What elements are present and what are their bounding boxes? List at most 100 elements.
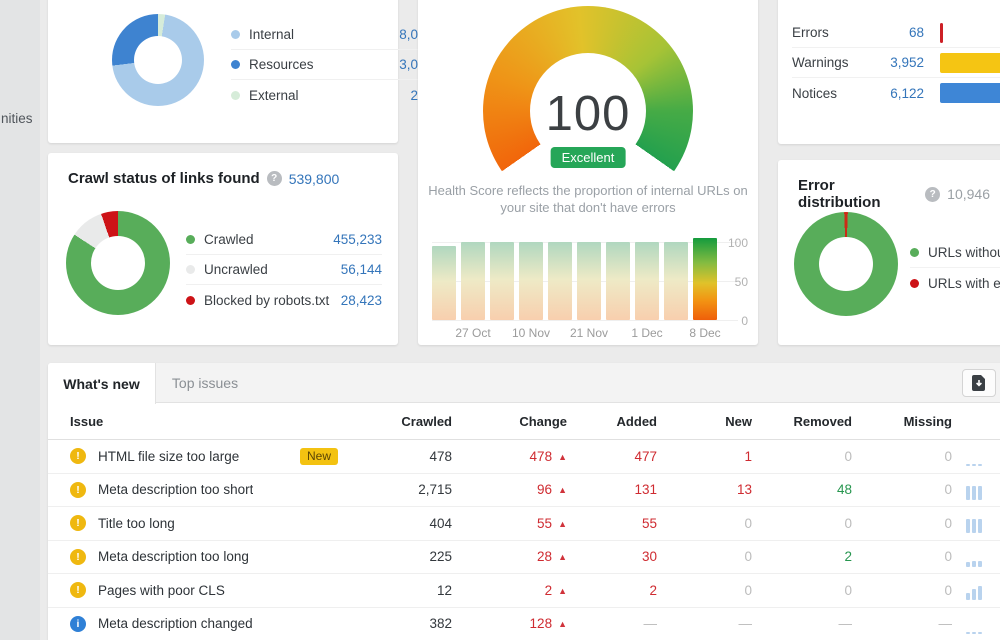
column-header-spark bbox=[952, 411, 1000, 431]
cell-crawled: 2,715 bbox=[352, 482, 452, 497]
issue-row[interactable]: i Meta description changed 382 128▲ — — … bbox=[48, 608, 1000, 640]
severity-label: Warnings bbox=[792, 55, 868, 70]
issue-row[interactable]: ! HTML file size too large New 478 478▲ … bbox=[48, 440, 1000, 474]
cell-missing: 0 bbox=[852, 549, 952, 564]
cell-crawled: 225 bbox=[352, 549, 452, 564]
history-bar[interactable] bbox=[461, 242, 485, 320]
file-download-icon bbox=[972, 375, 986, 391]
column-header-crawled: Crawled bbox=[352, 414, 452, 429]
severity-label: Errors bbox=[792, 25, 868, 40]
links-donut-chart bbox=[112, 14, 204, 106]
cell-removed: 0 bbox=[752, 516, 852, 531]
errors-bar bbox=[940, 23, 943, 43]
legend-row-uncrawled: Uncrawled 56,144 bbox=[186, 255, 382, 285]
issue-label-link[interactable]: Meta description too long bbox=[98, 549, 249, 564]
legend-row-internal: Internal 8,065 bbox=[231, 20, 433, 50]
history-bar[interactable] bbox=[519, 242, 543, 320]
blocked-dot-icon bbox=[186, 296, 195, 305]
history-bar[interactable] bbox=[432, 246, 456, 320]
row-sparkline bbox=[952, 480, 1000, 500]
issue-row[interactable]: ! Meta description too short 2,715 96▲ 1… bbox=[48, 474, 1000, 508]
cell-change: 55 bbox=[537, 516, 552, 531]
issue-row[interactable]: ! Meta description too long 225 28▲ 30 0… bbox=[48, 541, 1000, 575]
internal-dot-icon bbox=[231, 30, 240, 39]
history-bar[interactable] bbox=[606, 242, 630, 320]
legend-value-link[interactable]: 455,233 bbox=[333, 232, 382, 247]
error-distribution-legend: URLs without errors URLs with errors bbox=[910, 238, 1000, 298]
tab-whats-new[interactable]: What's new bbox=[48, 363, 156, 404]
legend-label: URLs without errors bbox=[928, 245, 1000, 260]
issue-row[interactable]: ! Title too long 404 55▲ 55 0 0 0 bbox=[48, 507, 1000, 541]
cell-new: 0 bbox=[657, 516, 752, 531]
history-bar-current[interactable] bbox=[693, 238, 717, 320]
resources-dot-icon bbox=[231, 60, 240, 69]
issue-row[interactable]: ! Pages with poor CLS 12 2▲ 2 0 0 0 bbox=[48, 574, 1000, 608]
issue-label-link[interactable]: Meta description too short bbox=[98, 482, 253, 497]
legend-value-link[interactable]: 28,423 bbox=[341, 293, 382, 308]
error-distribution-card: Error distribution ? 10,946 URLs without… bbox=[778, 160, 1000, 345]
column-header-issue: Issue bbox=[48, 414, 352, 429]
x-axis-label: 1 Dec bbox=[631, 326, 662, 340]
warnings-bar bbox=[940, 53, 1000, 73]
help-icon[interactable]: ? bbox=[925, 187, 940, 202]
x-axis-label: 21 Nov bbox=[570, 326, 608, 340]
column-header-added: Added bbox=[567, 414, 657, 429]
history-bar[interactable] bbox=[577, 242, 601, 320]
crawled-dot-icon bbox=[186, 235, 195, 244]
up-triangle-icon: ▲ bbox=[558, 452, 567, 462]
history-bar[interactable] bbox=[490, 242, 514, 320]
cell-change: 28 bbox=[537, 549, 552, 564]
legend-row-external: External 291 bbox=[231, 80, 433, 110]
cell-added: 131 bbox=[567, 482, 657, 497]
legend-label: External bbox=[249, 88, 410, 103]
history-bar[interactable] bbox=[548, 242, 572, 320]
column-header-new: New bbox=[657, 414, 752, 429]
severity-value-link[interactable]: 3,952 bbox=[868, 55, 924, 70]
legend-label: URLs with errors bbox=[928, 276, 1000, 291]
tab-top-issues[interactable]: Top issues bbox=[156, 363, 254, 403]
cell-removed: 0 bbox=[752, 583, 852, 598]
issue-label-link[interactable]: HTML file size too large bbox=[98, 449, 239, 464]
cell-new: — bbox=[657, 616, 752, 631]
crawl-total-link[interactable]: 539,800 bbox=[289, 171, 340, 187]
cell-crawled: 478 bbox=[352, 449, 452, 464]
sidebar-strip: nities bbox=[0, 0, 40, 640]
export-button[interactable] bbox=[962, 369, 996, 397]
severity-value-link[interactable]: 6,122 bbox=[868, 86, 924, 101]
history-bar[interactable] bbox=[664, 242, 688, 320]
issue-label-link[interactable]: Meta description changed bbox=[98, 616, 253, 631]
cell-crawled: 382 bbox=[352, 616, 452, 631]
cell-added: 30 bbox=[567, 549, 657, 564]
issue-label-link[interactable]: Pages with poor CLS bbox=[98, 583, 225, 598]
severity-row-notices: Notices 6,122 bbox=[792, 78, 1000, 108]
card-title: Crawl status of links found bbox=[68, 170, 260, 187]
issue-label-link[interactable]: Title too long bbox=[98, 516, 175, 531]
column-header-change: Change bbox=[452, 414, 567, 429]
links-legend: Internal 8,065 Resources 3,058 External … bbox=[231, 20, 433, 110]
new-badge: New bbox=[300, 448, 338, 465]
health-history-bars bbox=[432, 238, 724, 320]
cell-added: 477 bbox=[567, 449, 657, 464]
cell-new: 0 bbox=[657, 549, 752, 564]
cell-added: 55 bbox=[567, 516, 657, 531]
legend-label: Internal bbox=[249, 27, 399, 42]
legend-value-link[interactable]: 56,144 bbox=[341, 262, 382, 277]
column-header-missing: Missing bbox=[852, 414, 952, 429]
cell-missing: 0 bbox=[852, 482, 952, 497]
links-breakdown-card: Internal 8,065 Resources 3,058 External … bbox=[48, 0, 398, 143]
up-triangle-icon: ▲ bbox=[558, 485, 567, 495]
warning-icon: ! bbox=[70, 515, 86, 531]
warning-icon: ! bbox=[70, 549, 86, 565]
legend-label: Crawled bbox=[204, 232, 333, 247]
issues-card: What's new Top issues Issue Crawled Chan… bbox=[48, 363, 1000, 640]
cell-change: 2 bbox=[545, 583, 553, 598]
row-sparkline bbox=[952, 580, 1000, 600]
y-axis-label-0: 0 bbox=[741, 314, 748, 328]
cell-change: 128 bbox=[530, 616, 553, 631]
help-icon[interactable]: ? bbox=[267, 171, 282, 186]
severity-row-errors: Errors 68 bbox=[792, 18, 1000, 48]
sidebar-item-opportunities-partial[interactable]: nities bbox=[1, 111, 33, 126]
legend-row-blocked: Blocked by robots.txt 28,423 bbox=[186, 285, 382, 315]
severity-value-link[interactable]: 68 bbox=[868, 25, 924, 40]
history-bar[interactable] bbox=[635, 242, 659, 320]
